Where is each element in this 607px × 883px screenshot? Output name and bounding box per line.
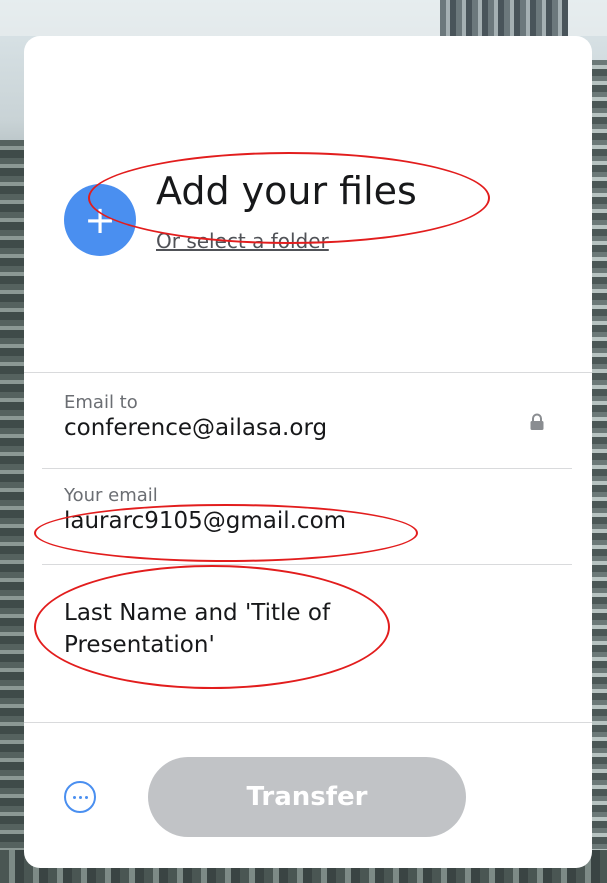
more-dot: [78, 795, 82, 799]
divider: [24, 372, 592, 373]
email-to-field[interactable]: Email to conference@ailasa.org: [64, 392, 564, 441]
select-folder-link[interactable]: Or select a folder: [156, 229, 329, 253]
your-email-label: Your email: [64, 485, 158, 506]
building-top: [440, 0, 568, 40]
more-dot: [72, 795, 76, 799]
lock-icon: [530, 413, 544, 430]
add-files-area[interactable]: + Add your files Or select a folder: [24, 36, 592, 372]
email-to-value[interactable]: conference@ailasa.org: [64, 415, 564, 441]
message-field[interactable]: Last Name and 'Title of Presentation': [64, 597, 404, 661]
add-files-title[interactable]: Add your files: [156, 169, 417, 213]
your-email-input[interactable]: laurarc9105@gmail.com: [64, 508, 564, 534]
transfer-card: + Add your files Or select a folder Emai…: [24, 36, 592, 868]
plus-icon: +: [84, 198, 116, 242]
email-to-label: Email to: [64, 392, 138, 413]
more-options-button[interactable]: [64, 781, 96, 813]
divider: [42, 564, 572, 565]
add-files-button[interactable]: +: [64, 184, 136, 256]
more-dot: [84, 795, 88, 799]
your-email-field[interactable]: Your email laurarc9105@gmail.com: [64, 485, 564, 534]
transfer-button[interactable]: Transfer: [148, 757, 466, 837]
divider: [24, 722, 592, 723]
building-left: [0, 140, 24, 883]
divider: [42, 468, 572, 469]
